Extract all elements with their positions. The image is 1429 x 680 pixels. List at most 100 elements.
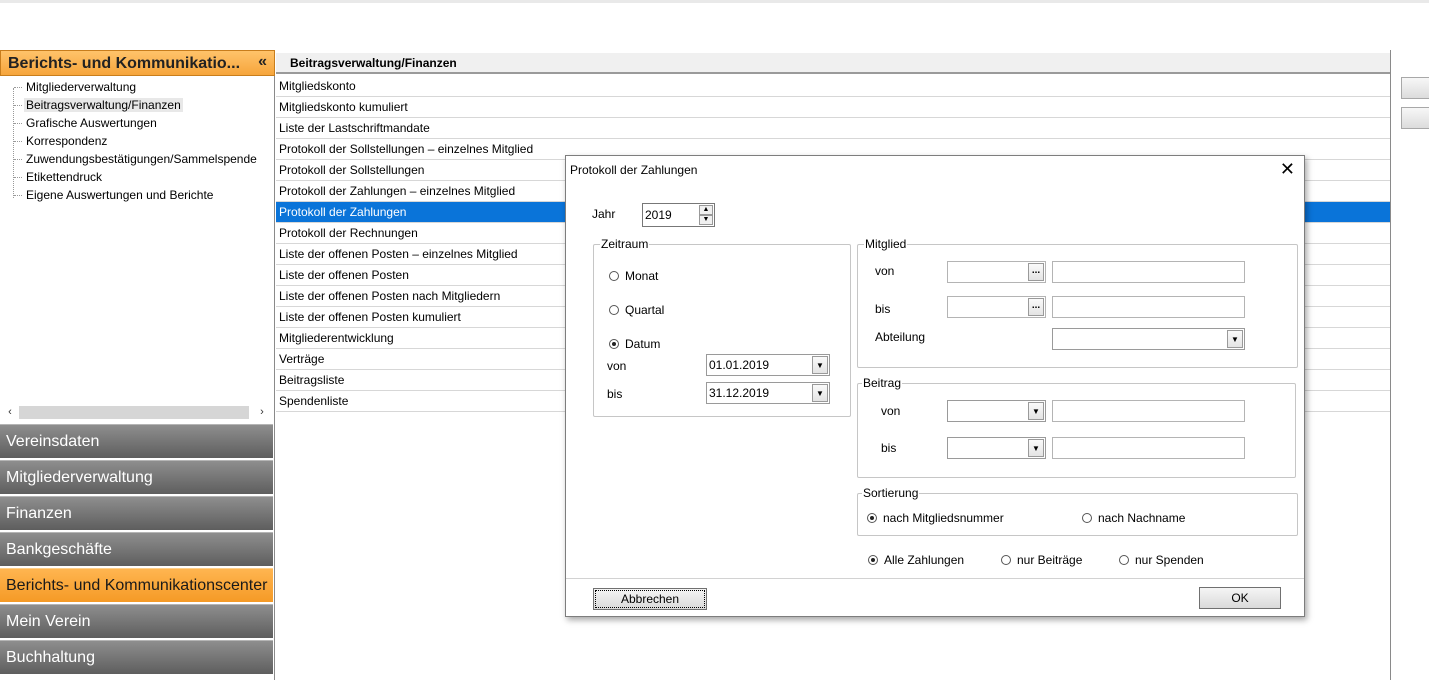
panel-divider [1390,50,1391,680]
radio-label: Quartal [625,303,665,317]
chevron-down-icon[interactable]: ▼ [1227,330,1243,348]
tree-item-korrespondenz[interactable]: Korrespondenz [12,132,109,150]
beitrag-from-field[interactable] [1052,400,1245,422]
date-to-picker[interactable]: 31.12.2019 ▼ [706,382,830,404]
radio-alle-zahlungen[interactable]: Alle Zahlungen [868,553,964,567]
tree-item-label: Grafische Auswertungen [26,116,157,130]
scroll-right-icon[interactable]: › [255,404,269,421]
chevron-down-icon[interactable]: ▼ [812,356,828,374]
beitrag-bis-label: bis [881,441,897,455]
nav-vereinsdaten[interactable]: Vereinsdaten [0,424,273,458]
date-to-value: 31.12.2019 [709,386,770,400]
tree-item-eigene-auswertungen[interactable]: Eigene Auswertungen und Berichte [12,186,215,204]
radio-sort-mitgliedsnummer[interactable]: nach Mitgliedsnummer [867,511,1004,525]
tree-item-zuwendungsbestaetigungen[interactable]: Zuwendungsbestätigungen/Sammelspende [12,150,259,168]
nav-bankgeschaefte[interactable]: Bankgeschäfte [0,532,273,566]
beitrag-title: Beitrag [862,376,903,390]
beitrag-to-field[interactable] [1052,437,1245,459]
payment-protocol-dialog: Protokoll der Zahlungen ✕ Jahr 2019 ▲ ▼ … [565,155,1305,617]
ok-button[interactable]: OK [1199,587,1281,609]
radio-icon [609,305,619,315]
report-category-tree: Mitgliederverwaltung Beitragsverwaltung/… [3,78,274,452]
nav-berichts-kommunikationscenter[interactable]: Berichts- und Kommunikationscenter [0,568,273,602]
nav-finanzen[interactable]: Finanzen [0,496,273,530]
cancel-button[interactable]: Abbrechen [593,588,707,610]
zeitraum-title: Zeitraum [600,237,650,251]
scroll-left-icon[interactable]: ‹ [3,404,17,421]
mitglied-group: Mitglied von ... bis ... Abteilung ▼ [857,237,1298,368]
tree-item-label: Zuwendungsbestätigungen/Sammelspende [26,152,257,166]
navigation-panel: Berichts- und Kommunikatio... « Mitglied… [0,50,275,680]
top-strip [0,0,1429,3]
panel-title: Berichts- und Kommunikatio... [8,55,241,72]
member-to-name-field[interactable] [1052,296,1245,318]
radio-label: Datum [625,337,661,351]
close-icon[interactable]: ✕ [1280,159,1295,179]
radio-quartal[interactable]: Quartal [609,303,664,317]
tree-item-beitragsverwaltung[interactable]: Beitragsverwaltung/Finanzen [12,96,183,114]
nav-buchhaltung[interactable]: Buchhaltung [0,640,273,674]
radio-nur-spenden[interactable]: nur Spenden [1119,553,1204,567]
radio-nur-beitraege[interactable]: nur Beiträge [1001,553,1082,567]
ellipsis-icon[interactable]: ... [1028,263,1044,281]
member-to-field[interactable]: ... [947,296,1046,318]
radio-icon [1119,555,1129,565]
chevron-down-icon[interactable]: ▼ [1028,439,1044,457]
year-value: 2019 [645,208,672,222]
radio-icon [1001,555,1011,565]
spin-up-icon[interactable]: ▲ [699,205,713,215]
footer-divider [566,578,1304,579]
year-spinner[interactable]: 2019 ▲ ▼ [642,203,715,227]
zeitraum-bis-label: bis [607,387,623,401]
radio-icon [609,271,619,281]
report-list-header: Beitragsverwaltung/Finanzen [276,53,1390,74]
radio-checked-icon [867,513,877,523]
radio-label: nur Spenden [1135,553,1204,567]
sortierung-title: Sortierung [862,486,920,500]
member-from-name-field[interactable] [1052,261,1245,283]
zeitraum-von-label: von [607,359,627,373]
collapse-icon[interactable]: « [258,53,267,71]
beitrag-from-select[interactable]: ▼ [947,400,1046,422]
report-row[interactable]: Liste der Lastschriftmandate [276,118,1390,139]
radio-sort-nachname[interactable]: nach Nachname [1082,511,1185,525]
radio-icon [1082,513,1092,523]
date-from-value: 01.01.2019 [709,358,770,372]
radio-label: nur Beiträge [1017,553,1083,567]
date-from-picker[interactable]: 01.01.2019 ▼ [706,354,830,376]
beitrag-group: Beitrag von ▼ bis ▼ [857,376,1296,478]
report-row[interactable]: Mitgliedskonto kumuliert [276,97,1390,118]
radio-label: Monat [625,269,659,283]
horizontal-scrollbar[interactable]: ‹ › [3,404,271,421]
mitglied-title: Mitglied [864,237,908,251]
tree-item-grafische-auswertungen[interactable]: Grafische Auswertungen [12,114,159,132]
ellipsis-icon[interactable]: ... [1028,298,1044,316]
beitrag-to-select[interactable]: ▼ [947,437,1046,459]
panel-header: Berichts- und Kommunikatio... « [0,50,275,76]
nav-mein-verein[interactable]: Mein Verein [0,604,273,638]
zeitraum-group: Zeitraum Monat Quartal Datum von 01.01.2… [593,237,851,417]
tree-item-label: Mitgliederverwaltung [26,80,137,94]
tree-item-label: Eigene Auswertungen und Berichte [26,188,214,202]
abteilung-label: Abteilung [875,330,926,344]
radio-monat[interactable]: Monat [609,269,658,283]
beitrag-von-label: von [881,404,901,418]
spin-down-icon[interactable]: ▼ [699,215,713,225]
tree-item-etikettendruck[interactable]: Etikettendruck [12,168,104,186]
side-button-1[interactable] [1401,77,1429,99]
radio-checked-icon [609,339,619,349]
chevron-down-icon[interactable]: ▼ [1028,402,1044,420]
scrollbar-thumb[interactable] [19,406,249,419]
member-from-field[interactable]: ... [947,261,1046,283]
nav-mitgliederverwaltung[interactable]: Mitgliederverwaltung [0,460,273,494]
radio-datum[interactable]: Datum [609,337,660,351]
tree-item-mitgliederverwaltung[interactable]: Mitgliederverwaltung [12,78,138,96]
side-button-2[interactable] [1401,107,1429,129]
report-row[interactable]: Mitgliedskonto [276,76,1390,97]
abteilung-select[interactable]: ▼ [1052,328,1245,350]
radio-label: nach Mitgliedsnummer [883,511,1004,525]
radio-label: nach Nachname [1098,511,1186,525]
chevron-down-icon[interactable]: ▼ [812,384,828,402]
dialog-title: Protokoll der Zahlungen [570,163,698,177]
radio-checked-icon [868,555,878,565]
